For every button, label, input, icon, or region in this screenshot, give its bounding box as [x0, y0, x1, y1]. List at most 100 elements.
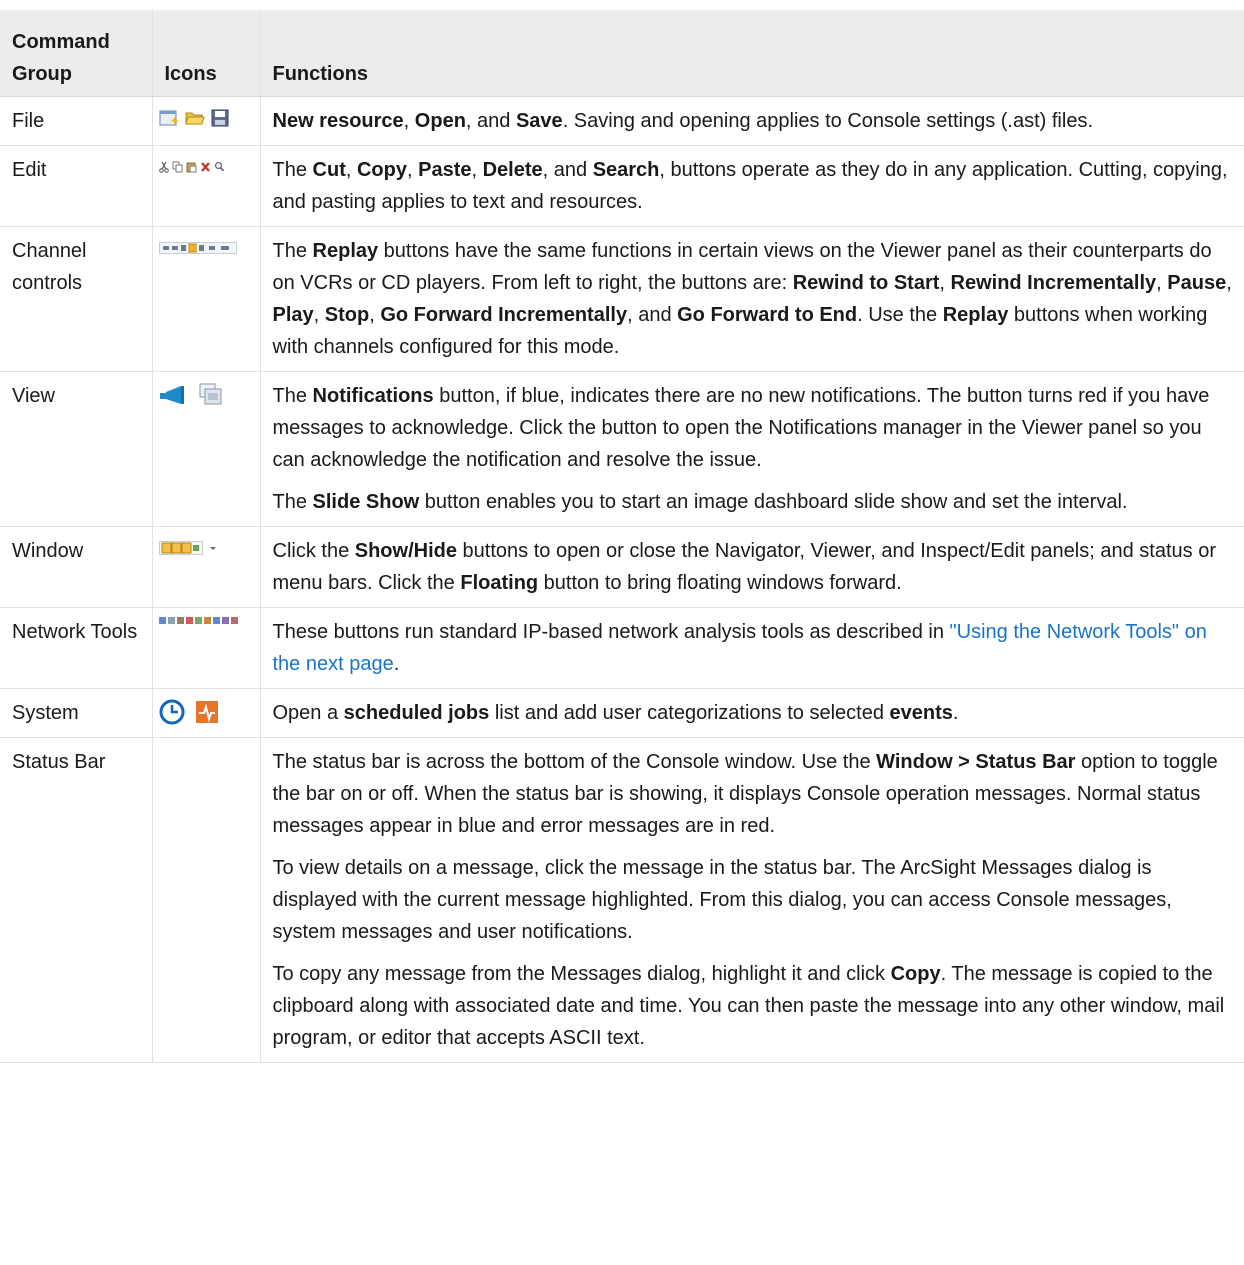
- command-groups-table: Command Group Icons Functions File New r…: [0, 10, 1244, 1063]
- bold-term: New resource: [272, 110, 404, 132]
- bold-term: Slide Show: [312, 491, 420, 513]
- show-hide-panels-icon: [158, 541, 203, 555]
- text-run: The: [272, 491, 313, 513]
- functions-channel-controls: The Replay buttons have the same functio…: [259, 226, 1244, 372]
- bold-term: Copy: [356, 159, 407, 181]
- text-run: ,: [345, 159, 357, 181]
- header-functions: Functions: [259, 10, 1244, 97]
- text-run: To view details on a message, click the …: [272, 857, 1172, 943]
- floating-windows-icon: [209, 547, 216, 550]
- bold-term: Go Forward Incrementally: [380, 304, 628, 326]
- text-run: button enables you to start an image das…: [419, 491, 1128, 513]
- header-row: Command Group Icons Functions: [0, 10, 1244, 97]
- text-file-1: New resource, Open, and Save. Saving and…: [273, 105, 1233, 137]
- bold-term: Show/Hide: [354, 540, 457, 562]
- new-resource-icon: [159, 110, 179, 126]
- text-run: To copy any message from the Messages di…: [272, 963, 891, 985]
- bold-term: events: [889, 702, 953, 724]
- text-run: .: [952, 702, 959, 724]
- bold-term: Copy: [890, 963, 941, 985]
- table-row: Network Tools These buttons run standard…: [0, 607, 1244, 689]
- text-view-1: The Notifications button, if blue, indic…: [273, 380, 1233, 476]
- text-run: , and: [465, 110, 516, 132]
- text-run: The: [272, 240, 313, 262]
- bold-term: Save: [515, 110, 563, 132]
- bold-term: Search: [592, 159, 660, 181]
- bold-term: Delete: [482, 159, 543, 181]
- bold-term: Cut: [312, 159, 346, 181]
- text-run: ,: [313, 304, 325, 326]
- text-network-1: These buttons run standard IP-based netw…: [273, 616, 1233, 680]
- notifications-megaphone-icon: [159, 386, 184, 404]
- text-run: . Saving and opening applies to Console …: [562, 110, 1093, 132]
- table-row: Window Click the Show/Hide buttons to op…: [0, 526, 1244, 608]
- replay-controls-icon: [158, 242, 237, 254]
- text-run: ,: [403, 110, 415, 132]
- text-run: .: [393, 653, 400, 675]
- bold-term: Replay: [942, 304, 1009, 326]
- group-edit: Edit: [0, 145, 152, 227]
- functions-file: New resource, Open, and Save. Saving and…: [259, 96, 1244, 146]
- text-status-2: To view details on a message, click the …: [273, 852, 1233, 948]
- bold-term: Window > Status Bar: [876, 751, 1076, 773]
- scheduled-jobs-clock-icon: [159, 699, 184, 725]
- text-status-3: To copy any message from the Messages di…: [273, 958, 1233, 1054]
- functions-edit: The Cut, Copy, Paste, Delete, and Search…: [259, 145, 1244, 227]
- group-network-tools: Network Tools: [0, 607, 152, 689]
- text-run: ,: [406, 159, 419, 181]
- icons-window: [151, 526, 260, 608]
- icons-view: [151, 371, 260, 527]
- table-row: Edit The Cut, Copy, Paste, Delete, and S…: [0, 145, 1244, 227]
- group-view: View: [0, 371, 152, 527]
- header-command-group: Command Group: [0, 10, 152, 97]
- text-edit-1: The Cut, Copy, Paste, Delete, and Search…: [273, 154, 1233, 218]
- icons-system: [151, 688, 260, 738]
- search-icon: [214, 162, 224, 172]
- copy-icon: [172, 161, 182, 173]
- open-folder-icon: [184, 112, 205, 125]
- text-run: list and add user categorizations to sel…: [489, 702, 890, 724]
- bold-term: Rewind to Start: [792, 272, 940, 294]
- icons-network-tools: [151, 607, 260, 689]
- bold-term: Paste: [418, 159, 472, 181]
- text-run: ,: [1156, 272, 1168, 294]
- functions-view: The Notifications button, if blue, indic…: [259, 371, 1244, 527]
- text-run: Open a: [272, 702, 344, 724]
- text-run: ,: [471, 159, 483, 181]
- network-tools-icon: [158, 617, 238, 624]
- text-run: The: [272, 159, 313, 181]
- bold-term: scheduled jobs: [343, 702, 490, 724]
- text-run: ,: [1226, 272, 1232, 294]
- bold-term: Notifications: [312, 385, 434, 407]
- functions-window: Click the Show/Hide buttons to open or c…: [259, 526, 1244, 608]
- text-run: button to bring floating windows forward…: [538, 572, 902, 594]
- bold-term: Open: [414, 110, 466, 132]
- group-system: System: [0, 688, 152, 738]
- icons-channel-controls: [151, 226, 260, 372]
- header-icons: Icons: [151, 10, 260, 97]
- table-row: File New resource, Open, and Save. Savin…: [0, 96, 1244, 146]
- text-run: The: [272, 385, 313, 407]
- functions-status-bar: The status bar is across the bottom of t…: [259, 737, 1244, 1063]
- table-row: View The Notifications button, if blue, …: [0, 371, 1244, 527]
- functions-system: Open a scheduled jobs list and add user …: [259, 688, 1244, 738]
- bold-term: Pause: [1167, 272, 1227, 294]
- group-status-bar: Status Bar: [0, 737, 152, 1063]
- group-channel-controls: Channel controls: [0, 226, 152, 372]
- cut-icon: [158, 161, 169, 173]
- table-row: System Open a scheduled jobs list and ad…: [0, 688, 1244, 738]
- text-run: ,: [939, 272, 951, 294]
- bold-term: Floating: [460, 572, 539, 594]
- text-run: ,: [369, 304, 381, 326]
- bold-term: Go Forward to End: [677, 304, 858, 326]
- bold-term: Play: [272, 304, 314, 326]
- functions-network-tools: These buttons run standard IP-based netw…: [259, 607, 1244, 689]
- text-status-1: The status bar is across the bottom of t…: [273, 746, 1233, 842]
- bold-term: Replay: [312, 240, 379, 262]
- text-run: The status bar is across the bottom of t…: [272, 751, 877, 773]
- bold-term: Stop: [324, 304, 370, 326]
- slide-show-icon: [199, 383, 221, 405]
- table-row: Status Bar The status bar is across the …: [0, 737, 1244, 1063]
- categorize-events-icon: [195, 701, 218, 723]
- text-run: , and: [542, 159, 593, 181]
